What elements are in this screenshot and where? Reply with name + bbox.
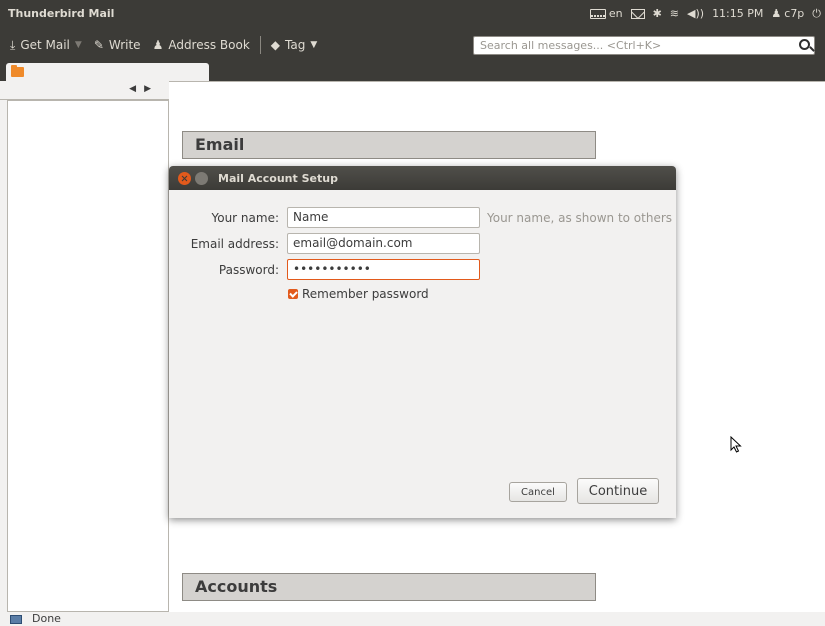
address-book-button[interactable]: ♟ Address Book bbox=[147, 33, 256, 57]
search-icon[interactable] bbox=[799, 39, 810, 50]
continue-button[interactable]: Continue bbox=[577, 478, 659, 504]
name-field[interactable]: Name bbox=[287, 207, 480, 228]
network-indicator[interactable]: ≋ bbox=[670, 7, 679, 20]
mail-account-setup-dialog: Mail Account Setup Your name: Name Your … bbox=[169, 166, 676, 518]
tab-bar bbox=[0, 63, 825, 81]
bluetooth-indicator[interactable]: ✱ bbox=[653, 7, 662, 20]
tag-label: Tag bbox=[285, 38, 306, 52]
download-icon: ⤓ bbox=[10, 37, 16, 52]
email-label: Email address: bbox=[190, 237, 279, 251]
password-field[interactable]: ••••••••••• bbox=[287, 259, 480, 280]
toolbar-separator bbox=[259, 36, 261, 54]
checkbox-checked-icon[interactable] bbox=[288, 289, 298, 299]
search-input[interactable]: Search all messages... <Ctrl+K> bbox=[473, 36, 815, 55]
power-icon: ⏻ bbox=[812, 6, 821, 20]
app-title: Thunderbird Mail bbox=[8, 7, 115, 20]
tag-button[interactable]: ◆ Tag ▼ bbox=[265, 33, 323, 57]
messaging-indicator[interactable] bbox=[630, 8, 645, 19]
top-panel: Thunderbird Mail en ✱ ≋ ◀)) 11:15 PM ♟ c… bbox=[0, 0, 825, 27]
name-label: Your name: bbox=[211, 211, 279, 225]
session-indicator[interactable]: ⏻ bbox=[812, 7, 821, 21]
get-mail-dropdown-icon[interactable]: ▼ bbox=[75, 40, 82, 50]
search-placeholder: Search all messages... <Ctrl+K> bbox=[480, 39, 662, 52]
email-field[interactable]: email@domain.com bbox=[287, 233, 480, 254]
tab-folder[interactable] bbox=[6, 63, 209, 81]
envelope-icon bbox=[630, 8, 645, 19]
folder-icon bbox=[11, 65, 24, 77]
dialog-title: Mail Account Setup bbox=[218, 171, 338, 185]
sound-indicator[interactable]: ◀)) bbox=[687, 7, 704, 20]
folder-tree[interactable] bbox=[7, 100, 169, 612]
dialog-titlebar: Mail Account Setup bbox=[169, 166, 676, 190]
pencil-icon: ✎ bbox=[93, 38, 104, 52]
folder-pane-header: ◀▶ bbox=[0, 81, 169, 100]
address-book-label: Address Book bbox=[168, 38, 250, 52]
tag-icon: ◆ bbox=[270, 38, 281, 52]
get-mail-button[interactable]: ⤓ Get Mail ▼ bbox=[0, 33, 88, 57]
mouse-cursor-icon bbox=[730, 436, 742, 453]
name-hint: Your name, as shown to others bbox=[487, 211, 673, 225]
tag-dropdown-icon: ▼ bbox=[310, 40, 318, 50]
folder-nav-arrows-icon[interactable]: ◀▶ bbox=[129, 84, 159, 94]
status-text: Done bbox=[32, 612, 61, 625]
status-bar: Done bbox=[0, 612, 825, 626]
user-label: c7p bbox=[784, 7, 805, 20]
accounts-section-header: Accounts bbox=[182, 573, 596, 601]
keyboard-indicator[interactable]: en bbox=[589, 7, 623, 20]
password-label: Password: bbox=[218, 263, 279, 277]
wifi-icon: ≋ bbox=[669, 7, 680, 20]
email-section-header: Email bbox=[182, 131, 596, 159]
keyboard-layout-label: en bbox=[608, 7, 623, 20]
bluetooth-icon: ✱ bbox=[652, 7, 662, 20]
clock-label: 11:15 PM bbox=[712, 7, 764, 20]
cancel-button[interactable]: Cancel bbox=[509, 482, 567, 502]
minimize-icon[interactable] bbox=[195, 171, 208, 185]
remember-password-checkbox[interactable]: Remember password bbox=[288, 287, 429, 301]
volume-icon: ◀)) bbox=[687, 7, 705, 20]
get-mail-label: Get Mail bbox=[20, 38, 70, 52]
keyboard-icon bbox=[589, 8, 606, 19]
folder-pane: ◀▶ bbox=[0, 81, 169, 612]
write-label: Write bbox=[108, 38, 141, 52]
write-button[interactable]: ✎ Write bbox=[88, 33, 147, 57]
clock-indicator[interactable]: 11:15 PM bbox=[712, 7, 763, 20]
contact-icon: ♟ bbox=[152, 38, 164, 52]
indicator-area: en ✱ ≋ ◀)) 11:15 PM ♟ c7p ⏻ bbox=[589, 0, 821, 27]
user-icon: ♟ bbox=[771, 7, 782, 20]
remember-password-label: Remember password bbox=[302, 287, 429, 301]
online-status-icon[interactable] bbox=[10, 615, 22, 624]
close-icon[interactable] bbox=[178, 171, 191, 185]
user-indicator[interactable]: ♟ c7p bbox=[771, 7, 804, 20]
